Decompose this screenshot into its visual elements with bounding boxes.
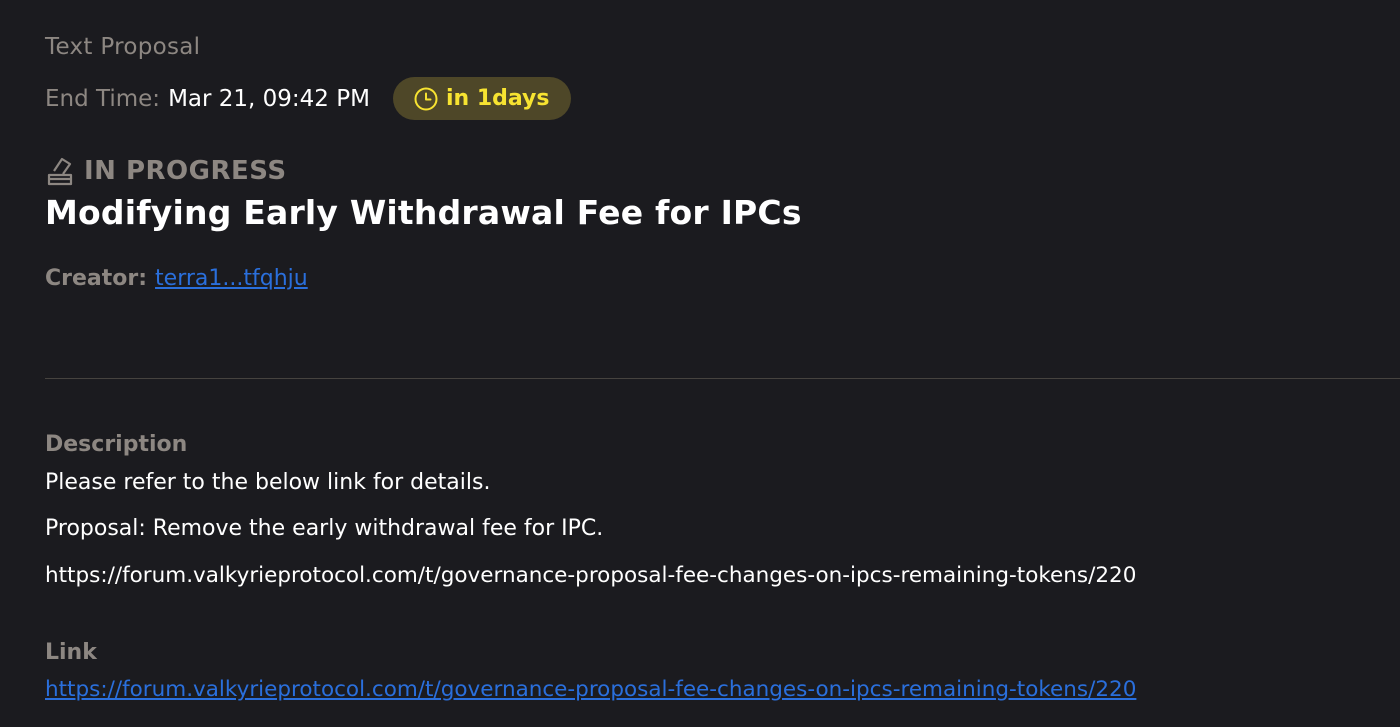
link-heading: Link [45,640,97,665]
creator-address-link[interactable]: terra1...tfqhju [155,266,308,291]
status-text: IN PROGRESS [84,156,287,186]
description-heading: Description [45,432,188,457]
proposal-detail-page: Text Proposal End Time: Mar 21, 09:42 PM… [0,0,1400,727]
countdown-badge: in 1days [392,77,571,120]
proposal-link[interactable]: https://forum.valkyrieprotocol.com/t/gov… [45,677,1136,702]
end-time-row: End Time: Mar 21, 09:42 PM in 1days [45,77,571,120]
clock-icon [414,87,438,110]
description-line: https://forum.valkyrieprotocol.com/t/gov… [45,563,1137,588]
creator-row: Creator: terra1...tfqhju [45,266,308,291]
end-time-label: End Time: [45,85,161,112]
creator-label: Creator: [45,266,148,291]
proposal-title: Modifying Early Withdrawal Fee for IPCs [45,193,802,232]
description-line: Proposal: Remove the early withdrawal fe… [45,516,604,541]
divider [45,378,1400,379]
end-time-value: Mar 21, 09:42 PM [168,85,370,112]
vote-box-icon [47,157,73,186]
countdown-text: in 1days [445,86,550,111]
proposal-type: Text Proposal [45,34,201,60]
status-row: IN PROGRESS [45,153,287,189]
description-line: Please refer to the below link for detai… [45,470,491,495]
